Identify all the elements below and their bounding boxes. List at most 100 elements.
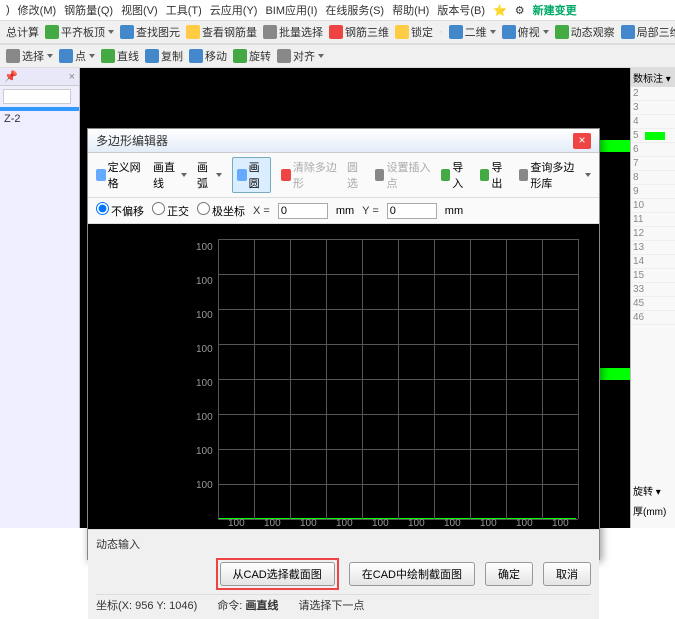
dialog-canvas[interactable]: 100 100 100 100 100 100 100 100 100 100 … [88, 224, 599, 529]
clear-polygon-button[interactable]: 清除多边形 [281, 159, 337, 191]
tb-total-calc[interactable]: 总计算 [6, 24, 39, 40]
query-library-button[interactable]: 查询多边形库 [519, 159, 591, 191]
row-num: 4 [633, 116, 645, 127]
draw-line-button[interactable]: 画直线 [153, 159, 187, 191]
row-num: 9 [633, 186, 645, 197]
grid-label-x: 100 [444, 518, 461, 529]
draw-circle-button[interactable]: 画圆 [232, 157, 271, 193]
menu-item[interactable]: 云应用(Y) [210, 2, 258, 18]
level-icon [45, 25, 59, 39]
tb-top-view[interactable]: 俯视 [502, 24, 549, 40]
status-cmd: 命令: 画直线 [217, 597, 278, 613]
grid [218, 239, 578, 519]
menu-item[interactable]: 版本号(B) [437, 2, 485, 18]
grid-label-x: 100 [552, 518, 569, 529]
search-input[interactable] [3, 89, 71, 104]
tb-rebar-3d[interactable]: 钢筋三维 [329, 24, 389, 40]
batch-icon [263, 25, 277, 39]
close-icon[interactable]: × [69, 71, 75, 83]
grid-label-x: 100 [372, 518, 389, 529]
row-num: 10 [633, 200, 645, 211]
grid-label-y: 100 [196, 242, 213, 253]
gear-icon[interactable]: ⚙ [515, 4, 525, 17]
search-icon [519, 169, 528, 181]
grid-label-x: 100 [228, 518, 245, 529]
tb-level-slab[interactable]: 平齐板顶 [45, 24, 114, 40]
tb-rotate[interactable]: 旋转 [233, 48, 271, 64]
tb-copy[interactable]: 复制 [145, 48, 183, 64]
define-grid-button[interactable]: 定义网格 [96, 159, 143, 191]
dialog-bottom: 动态输入 从CAD选择截面图 在CAD中绘制截面图 确定 取消 坐标(X: 95… [88, 529, 599, 619]
x-input[interactable] [278, 203, 328, 219]
circle-select-button[interactable]: 圆选 [347, 159, 365, 191]
left-item[interactable]: Z-2 [0, 111, 79, 127]
grid-label-x: 100 [300, 518, 317, 529]
row-num: 13 [633, 242, 645, 253]
left-search [3, 89, 76, 104]
tb-2d[interactable]: 二维 [449, 24, 496, 40]
polar-radio[interactable]: 极坐标 [197, 202, 245, 219]
copy-icon [145, 49, 159, 63]
unit-mm: mm [445, 205, 463, 217]
tb-straight[interactable]: 直线 [101, 48, 139, 64]
rebar3d-icon [329, 25, 343, 39]
tb-batch-select[interactable]: 批量选择 [263, 24, 323, 40]
grid-label-y: 100 [196, 446, 213, 457]
tb-align[interactable]: 对齐 [277, 48, 324, 64]
clear-icon [281, 169, 291, 181]
tb-move[interactable]: 移动 [189, 48, 227, 64]
rotate-icon [233, 49, 247, 63]
align-icon [277, 49, 291, 63]
cad-select-button[interactable]: 从CAD选择截面图 [220, 562, 335, 586]
draw-arc-button[interactable]: 画弧 [197, 159, 222, 191]
tb-orbit[interactable]: 动态观察 [555, 24, 615, 40]
new-change-button[interactable]: 新建变更 [533, 2, 577, 18]
dialog-titlebar[interactable]: 多边形编辑器 × [88, 129, 599, 153]
menu-item[interactable]: BIM应用(I) [265, 2, 317, 18]
tb-view-rebar[interactable]: 查看钢筋量 [186, 24, 257, 40]
tb-select[interactable]: 选择 [6, 48, 53, 64]
cad-select-highlight: 从CAD选择截面图 [216, 558, 339, 590]
grid-icon [96, 169, 106, 181]
import-button[interactable]: 导入 [441, 159, 470, 191]
row-num: 3 [633, 102, 645, 113]
orbit-icon [555, 25, 569, 39]
tb-point[interactable]: 点 [59, 48, 95, 64]
right-rotate-label[interactable]: 旋转 ▾ [633, 483, 661, 498]
insert-point-icon [375, 169, 385, 181]
left-panel: 📌 × Z-2 [0, 68, 80, 528]
import-icon [441, 169, 451, 181]
tb-local-3d[interactable]: 局部三维 [621, 24, 675, 40]
row-num: 6 [633, 144, 645, 155]
menu-item[interactable]: ) [6, 4, 10, 16]
unit-mm: mm [336, 205, 354, 217]
right-panel-head[interactable]: 数标注 ▾ [631, 68, 675, 87]
left-panel-tab[interactable]: 📌 × [0, 68, 79, 86]
menu-item[interactable]: 视图(V) [121, 2, 158, 18]
menu-item[interactable]: 工具(T) [166, 2, 202, 18]
menu-item[interactable]: 在线服务(S) [325, 2, 384, 18]
dynamic-input-label: 动态输入 [96, 536, 140, 552]
tb-lock[interactable]: 锁定 [395, 24, 433, 40]
row-num: 46 [633, 312, 645, 323]
menu-item[interactable]: 钢筋量(Q) [64, 2, 113, 18]
set-insert-point-button[interactable]: 设置插入点 [375, 159, 431, 191]
dialog-toolbar-1: 定义网格 画直线 画弧 画圆 清除多边形 圆选 设置插入点 导入 导出 查询多边… [88, 153, 599, 198]
no-offset-radio[interactable]: 不偏移 [96, 202, 144, 219]
menu-item[interactable]: 修改(M) [18, 2, 57, 18]
search-icon [120, 25, 134, 39]
cad-draw-button[interactable]: 在CAD中绘制截面图 [349, 562, 475, 586]
rebar-icon [186, 25, 200, 39]
ok-button[interactable]: 确定 [485, 562, 533, 586]
tb-find-element[interactable]: 查找图元 [120, 24, 180, 40]
line-icon [101, 49, 115, 63]
ortho-radio[interactable]: 正交 [152, 202, 189, 219]
y-input[interactable] [387, 203, 437, 219]
menu-item[interactable]: 帮助(H) [392, 2, 429, 18]
star-icon: ⭐ [493, 4, 507, 17]
main-workspace: 📌 × Z-2 数标注 ▾ 2 3 4 5 6 7 8 9 10 11 12 1… [0, 68, 675, 528]
close-button[interactable]: × [573, 133, 591, 149]
export-button[interactable]: 导出 [480, 159, 509, 191]
cancel-button[interactable]: 取消 [543, 562, 591, 586]
row-num: 11 [633, 214, 645, 225]
